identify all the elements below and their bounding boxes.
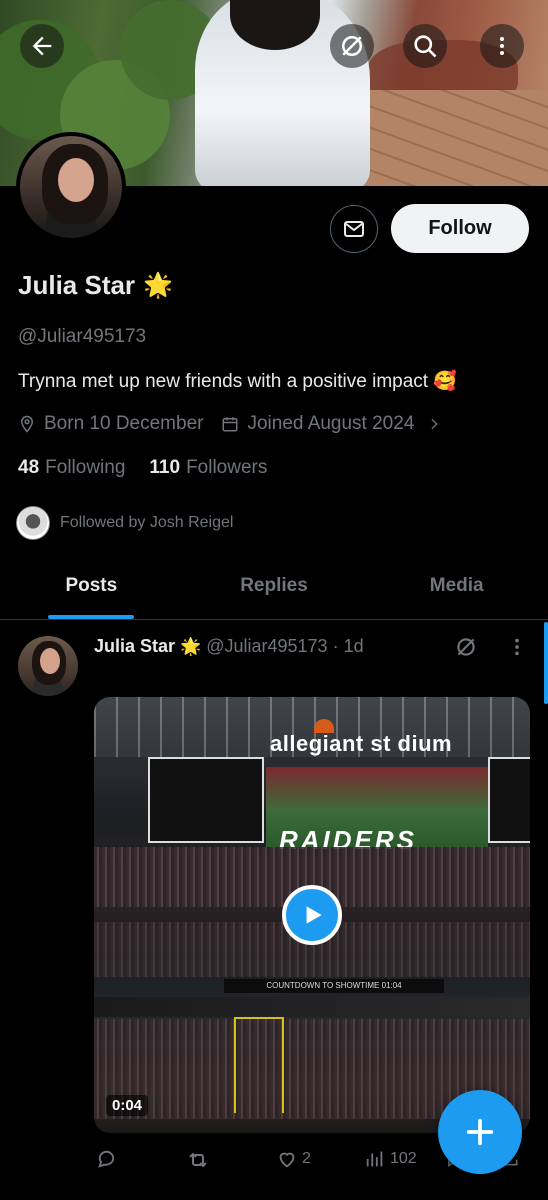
reply-icon — [98, 1150, 115, 1168]
search-button[interactable] — [403, 24, 447, 68]
video-duration: 0:04 — [106, 1095, 149, 1116]
profile-meta: Born 10 December Joined August 2024 — [18, 413, 460, 435]
follow-button[interactable]: Follow — [391, 204, 529, 253]
grok-button[interactable] — [330, 24, 374, 68]
joined-text: Joined August 2024 — [247, 413, 415, 434]
followed-by-row[interactable]: Followed by Josh Reigel — [16, 506, 233, 540]
heart-icon — [279, 1152, 295, 1168]
post-more-button[interactable] — [506, 636, 528, 663]
followers-link[interactable]: 110 Followers — [149, 457, 267, 479]
stadium-sign-text: allegiant st dium — [270, 731, 453, 756]
goal-post — [234, 1017, 284, 1113]
tab-posts[interactable]: Posts — [0, 560, 183, 619]
search-icon — [414, 35, 437, 58]
more-vertical-icon — [500, 37, 504, 55]
followers-label: Followers — [186, 457, 268, 478]
calendar-icon — [222, 417, 238, 432]
post-grok-button[interactable] — [453, 634, 479, 665]
bar-chart-icon — [366, 1151, 383, 1167]
profile-name-row: Julia Star 🌟 — [18, 270, 173, 301]
arrow-left-icon — [32, 36, 52, 56]
star-emoji: 🌟 — [180, 636, 202, 656]
play-button[interactable] — [282, 885, 342, 945]
banner-tiles — [358, 90, 548, 186]
follow-counts: 48 Following 110 Followers — [18, 457, 267, 479]
more-vertical-icon — [515, 638, 519, 656]
profile-name: Julia Star — [18, 270, 136, 300]
views-button[interactable]: 102 — [364, 1148, 417, 1170]
back-button[interactable] — [20, 24, 64, 68]
followers-count: 110 — [149, 457, 181, 478]
post-header: Julia Star 🌟 @Juliar495173 · 1d — [94, 636, 364, 657]
profile-bio: Trynna met up new friends with a positiv… — [18, 371, 458, 392]
compose-button[interactable] — [438, 1090, 522, 1174]
video-board-left — [148, 757, 264, 843]
repost-button[interactable] — [186, 1148, 210, 1172]
location-pin-icon — [20, 415, 34, 433]
post-author-name[interactable]: Julia Star — [94, 636, 175, 657]
play-icon — [306, 906, 322, 924]
following-count: 48 — [18, 457, 40, 478]
like-button[interactable]: 2 — [276, 1148, 311, 1170]
countdown-ribbon: COUNTDOWN TO SHOWTIME 01:04 — [224, 979, 444, 993]
reply-button[interactable] — [96, 1148, 118, 1170]
view-count: 102 — [390, 1150, 417, 1167]
video-board-right — [488, 757, 530, 843]
post-avatar[interactable] — [18, 636, 78, 696]
chevron-right-icon — [431, 418, 439, 430]
post-author-handle: @Juliar495173 — [206, 636, 328, 656]
ribbon-board — [94, 997, 530, 1017]
message-button[interactable] — [330, 205, 378, 253]
more-button[interactable] — [480, 24, 524, 68]
like-count: 2 — [302, 1150, 311, 1167]
repost-icon — [189, 1152, 207, 1168]
post-video[interactable]: allegiant st dium RAIDERS COUNTDOWN TO S… — [94, 697, 530, 1133]
followed-by-text: Followed by Josh Reigel — [60, 514, 234, 531]
envelope-icon — [344, 221, 364, 237]
profile-handle: @Juliar495173 — [18, 326, 147, 347]
post-time: · 1d — [332, 636, 364, 656]
following-label: Following — [45, 457, 126, 478]
tab-replies[interactable]: Replies — [183, 560, 366, 619]
follower-avatar — [16, 506, 50, 540]
grok-icon — [342, 36, 362, 56]
born-text: Born 10 December — [44, 413, 204, 434]
profile-tabs: Posts Replies Media — [0, 560, 548, 620]
tab-media[interactable]: Media — [365, 560, 548, 619]
plus-icon — [466, 1118, 494, 1146]
grok-icon — [457, 638, 475, 656]
birthday-item: Born 10 December — [18, 413, 203, 435]
star-emoji: 🌟 — [143, 272, 173, 299]
following-link[interactable]: 48 Following — [18, 457, 125, 479]
scrollbar[interactable] — [544, 622, 548, 704]
profile-avatar[interactable] — [16, 132, 126, 242]
joined-item[interactable]: Joined August 2024 — [221, 413, 442, 435]
